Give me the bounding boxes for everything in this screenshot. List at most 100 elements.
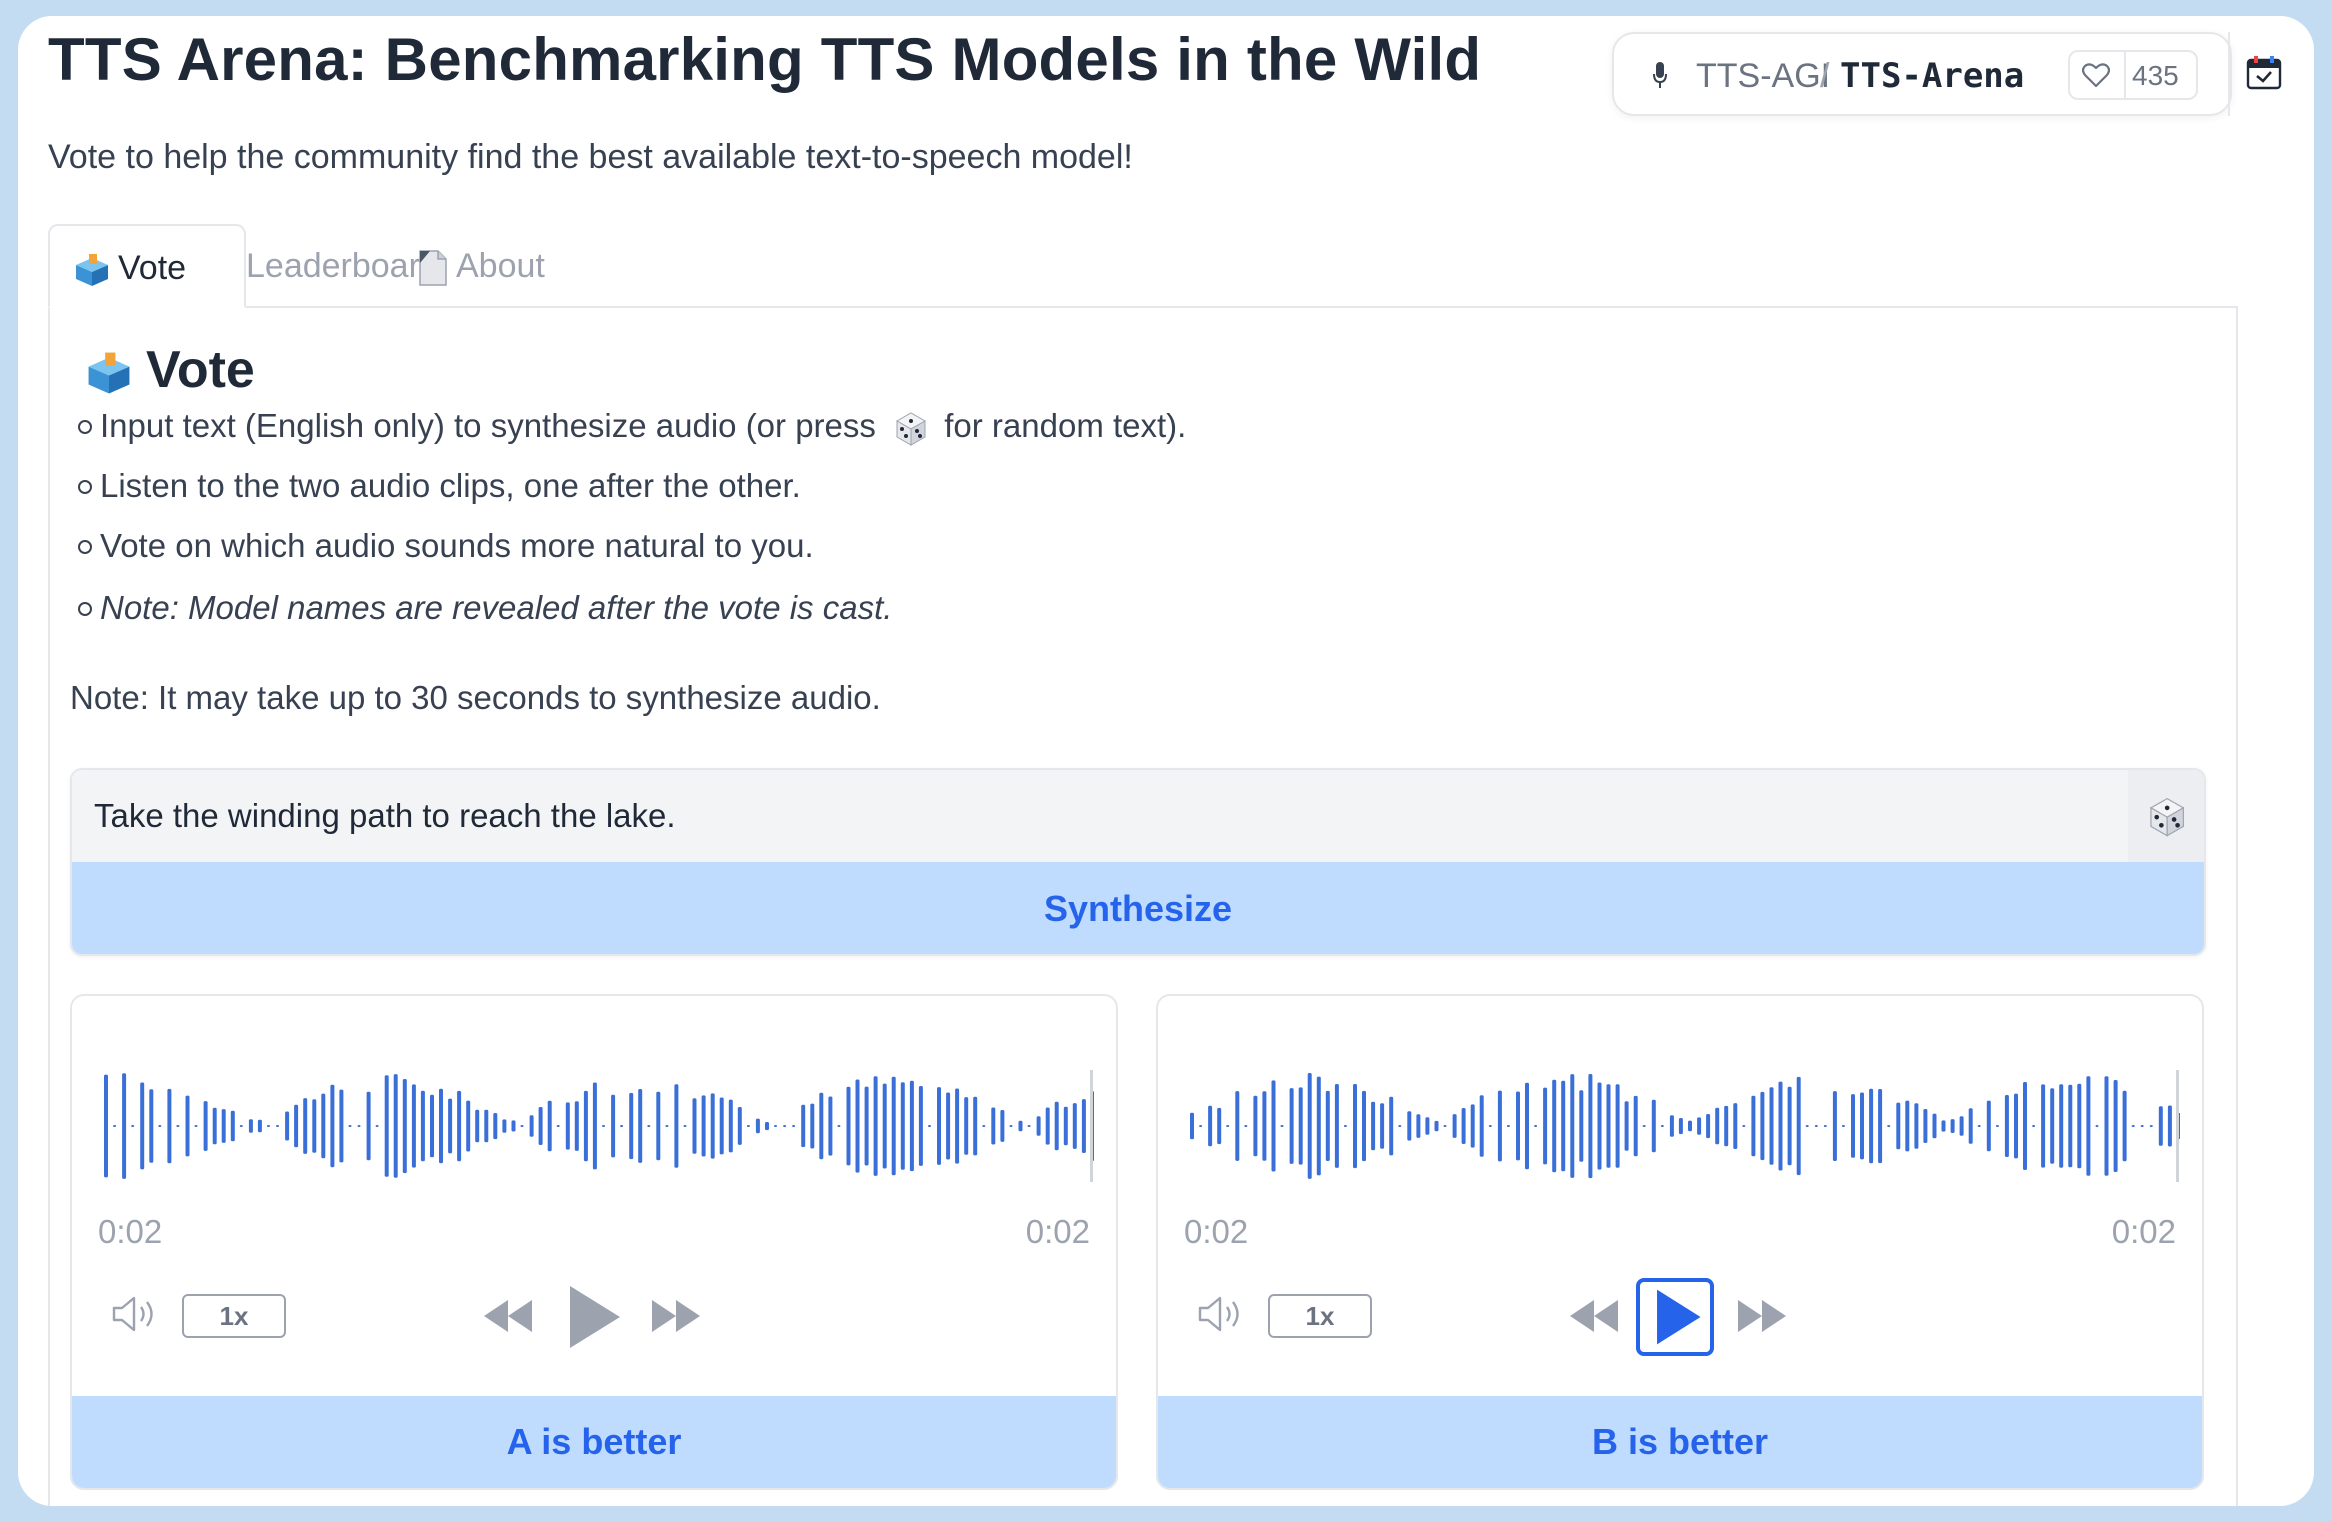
waveform-bar [2104,1076,2109,1176]
fast-forward-icon[interactable] [1736,1298,1788,1334]
rewind-icon[interactable] [1568,1298,1620,1334]
time-total: 0:02 [1025,1213,1090,1250]
calendar-button[interactable] [2228,32,2296,116]
waveform-bar [1760,1091,1765,1161]
waveform-bar [918,1086,923,1166]
tab-vote-label: Vote [118,249,187,287]
repo-org[interactable]: TTS-AGI [1696,56,1830,96]
rewind-icon[interactable] [482,1298,534,1334]
random-text-button[interactable] [2128,770,2204,862]
volume-icon[interactable] [110,1294,160,1334]
repo-separator: / [1820,57,1830,95]
like-button[interactable]: 435 [2068,50,2198,100]
waveform-bar [1869,1088,1874,1164]
waveform-bar [1190,1112,1194,1140]
dice-icon [2149,797,2185,837]
waveform-bar [1552,1079,1557,1173]
waveform-bar [1497,1090,1502,1162]
waveform-bar [529,1115,534,1137]
waveform-bar [1506,1125,1510,1127]
waveform-bar [2050,1088,2055,1164]
waveform[interactable] [1184,1066,2180,1186]
vote-heading-text: Vote [146,341,255,399]
waveform-bar [2149,1125,2153,1127]
waveform-bar [1914,1103,1919,1149]
waveform-bar [1452,1114,1457,1138]
waveform-bar [1660,1125,1664,1127]
waveform-bar [1271,1080,1276,1172]
text-input-group: Take the winding path to reach the lake.… [70,768,2206,956]
waveform-bar [2004,1095,2009,1157]
waveform-bar [1244,1125,1248,1127]
playhead [1090,1070,1093,1182]
microphone-icon [1653,62,1667,88]
waveform-bar [267,1125,270,1127]
waveform-bar [420,1090,425,1162]
page-title: TTS Arena: Benchmarking TTS Models in th… [48,26,1482,93]
waveform-bar [339,1089,344,1163]
waveform-bar [991,1107,996,1145]
vote-b-button[interactable]: B is better [1158,1396,2202,1488]
tab-vote[interactable]: Vote [48,224,246,308]
fast-forward-icon[interactable] [650,1298,702,1334]
waveform-bar [1669,1115,1674,1137]
waveform-bar [1860,1092,1864,1160]
bullet-icon [78,540,92,554]
volume-icon[interactable] [1196,1294,1246,1334]
waveform-bar [393,1074,398,1178]
waveform-bar [1932,1113,1937,1139]
waveform-bar [1606,1084,1611,1168]
text-input[interactable]: Take the winding path to reach the lake. [72,770,2128,862]
waveform-bar [1968,1108,1973,1144]
waveform-bar [909,1080,914,1172]
waveform-bar [439,1088,443,1164]
playback-rate-button[interactable]: 1x [182,1294,286,1338]
waveform-bar [1000,1110,1005,1142]
playback-rate-button[interactable]: 1x [1268,1294,1372,1338]
repo-badge[interactable]: TTS-AGI / TTS-Arena 435 [1612,32,2232,116]
waveform-bar [1941,1120,1946,1132]
waveform-bar [692,1098,697,1154]
waveform-bar [185,1095,190,1157]
waveform-bar [1706,1114,1711,1139]
waveform-bar [710,1093,715,1159]
synthesis-note: Note: It may take up to 30 seconds to sy… [70,679,881,716]
tab-leaderboard-label: Leaderboard [246,247,439,285]
waveform-bar [1805,1125,1809,1127]
waveform-bar [556,1125,560,1127]
waveform-bar [239,1125,243,1127]
waveform-bar [375,1125,379,1127]
waveform-bar [1516,1091,1520,1161]
list-item: Input text (English only) to synthesize … [78,404,1187,448]
waveform-bar [484,1109,489,1143]
waveform-bar [783,1125,787,1127]
waveform[interactable] [98,1066,1094,1186]
dice-icon [896,412,927,447]
waveform-bar [1434,1120,1439,1132]
list-item: Note: Model names are revealed after the… [78,586,893,630]
waveform-bar [104,1074,108,1178]
waveform-bar [167,1088,172,1164]
synthesize-button[interactable]: Synthesize [72,862,2204,954]
instruction-1-before: Input text (English only) to synthesize … [100,407,876,444]
waveform-bar [1045,1107,1050,1145]
waveform-bar [611,1094,616,1158]
vote-a-button[interactable]: A is better [72,1396,1116,1488]
waveform-bar [2140,1125,2144,1127]
play-button[interactable] [1636,1278,1714,1356]
waveform-bar [592,1082,597,1170]
waveform-bar [366,1091,371,1161]
waveform-bar [565,1102,570,1150]
waveform-bar [2077,1083,2082,1169]
waveform-bar [303,1098,308,1154]
tab-about[interactable]: About [418,224,578,308]
page-subtitle: Vote to help the community find the best… [48,138,1133,176]
waveform-bar [2158,1106,2163,1146]
waveform-bar [221,1109,226,1143]
instruction-4: Note: Model names are revealed after the… [100,589,893,626]
waveform-bar [1298,1087,1303,1165]
repo-name[interactable]: TTS-Arena [1840,56,2024,96]
waveform-bar [140,1082,145,1170]
instruction-1-after: for random text). [944,407,1187,444]
play-icon[interactable] [556,1280,626,1354]
